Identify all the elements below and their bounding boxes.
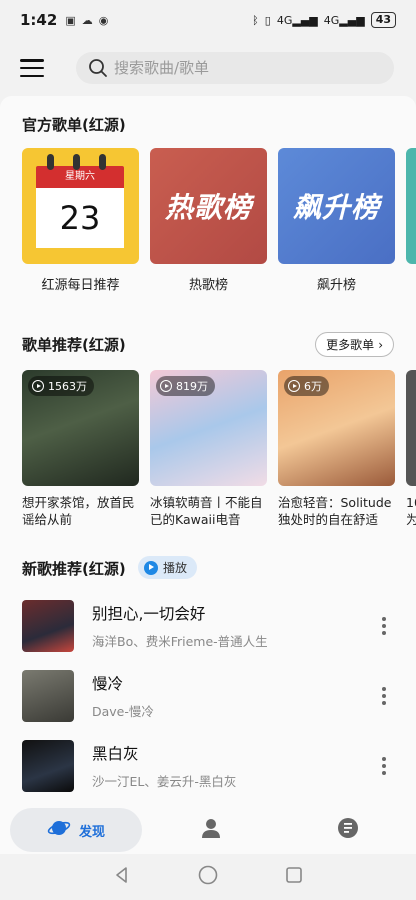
recommend-row: 1563万 想开家茶馆，放首民谣给从前 819万 冰镇软萌音丨不能自已的Kawa… — [22, 370, 416, 528]
search-box[interactable] — [76, 52, 394, 84]
song-cover — [22, 740, 74, 792]
play-count-badge: 1563万 — [28, 376, 94, 396]
search-icon — [88, 58, 108, 78]
playlist-title: 冰镇软萌音丨不能自已的Kawaii电音 — [150, 495, 263, 527]
calendar-rings — [47, 154, 106, 170]
song-title: 慢冷 — [92, 675, 124, 693]
song-artist: 沙一汀EL、姜云升-黑白灰 — [92, 774, 237, 789]
signal-icon-2: 4G▂▄▆ — [323, 13, 365, 27]
song-cover — [22, 600, 74, 652]
play-count-badge: 819万 — [156, 376, 215, 396]
official-section-title: 官方歌单(红源) — [22, 116, 126, 134]
status-bar: 1:42 ▣ ☁ ◉ ᛒ ▯ 4G▂▄▆ 4G▂▄▆ 43 — [0, 0, 416, 40]
song-list: 别担心,一切会好 海洋Bo、费米Frieme-普通人生 慢冷 Dave-慢冷 黑… — [0, 591, 416, 801]
official-card-label: 飙升榜 — [316, 278, 356, 293]
calendar-cover: 星期六 23 — [22, 148, 139, 264]
nav-profile[interactable] — [142, 808, 279, 852]
playlist-cover: 1563万 — [22, 370, 139, 486]
cloud-icon: ☁ — [81, 13, 93, 27]
playlist-title: 10 为 — [406, 495, 416, 527]
planet-icon — [47, 816, 71, 844]
song-title: 黑白灰 — [92, 745, 139, 763]
play-icon — [160, 380, 172, 392]
official-card-daily[interactable]: 星期六 23 红源每日推荐 — [22, 148, 139, 293]
nav-discover[interactable]: 发现 — [10, 808, 142, 852]
bottom-nav: 发现 — [0, 806, 416, 854]
vibrate-icon: ▯ — [264, 13, 271, 27]
official-card-partial[interactable] — [406, 148, 416, 264]
new-songs-section-title: 新歌推荐(红源) — [22, 560, 126, 578]
rise-cover-text: 飙升榜 — [292, 191, 380, 224]
more-playlists-button[interactable]: 更多歌单 › — [315, 332, 394, 357]
play-all-label: 播放 — [163, 561, 188, 575]
signal-icon-1: 4G▂▄▆ — [276, 13, 318, 27]
notification-icon: ▣ — [65, 13, 76, 27]
play-all-button[interactable]: 播放 — [138, 556, 198, 579]
rising-chart-cover: 飙升榜 — [278, 148, 395, 264]
search-input[interactable] — [114, 59, 374, 77]
battery-icon: 43 — [370, 12, 396, 28]
top-bar — [0, 46, 416, 90]
song-cover — [22, 670, 74, 722]
song-row[interactable]: 别担心,一切会好 海洋Bo、费米Frieme-普通人生 — [0, 591, 416, 661]
bluetooth-icon: ᛒ — [252, 13, 259, 27]
recents-icon[interactable] — [284, 865, 304, 889]
more-playlists-label: 更多歌单 — [326, 338, 375, 352]
song-row[interactable]: 黑白灰 沙一汀EL、姜云升-黑白灰 — [0, 731, 416, 801]
system-nav-bar — [0, 854, 416, 900]
playlist-card[interactable]: 819万 冰镇软萌音丨不能自已的Kawaii电音 — [150, 370, 267, 528]
nav-discover-label: 发现 — [78, 824, 105, 840]
main-content: 官方歌单(红源) 星期六 23 红源每日推荐 热歌榜 热歌榜 飙升榜 飙升榜 歌… — [0, 96, 416, 806]
more-options-icon[interactable] — [374, 757, 394, 775]
status-time: 1:42 — [20, 11, 58, 29]
home-icon[interactable] — [197, 864, 219, 890]
official-card-hot[interactable]: 热歌榜 热歌榜 — [150, 148, 267, 293]
song-artist: Dave-慢冷 — [92, 704, 154, 719]
recommend-section-title: 歌单推荐(红源) — [22, 336, 126, 354]
playlist-card-partial[interactable]: 10 为 — [406, 370, 416, 528]
playlist-icon — [337, 817, 359, 843]
song-row[interactable]: 慢冷 Dave-慢冷 — [0, 661, 416, 731]
nav-library[interactable] — [279, 808, 416, 852]
playlist-card[interactable]: 6万 治愈轻音：Solitude 独处时的自在舒适 — [278, 370, 395, 528]
hot-cover-text: 热歌榜 — [164, 191, 252, 224]
play-icon — [32, 380, 44, 392]
play-count-badge: 6万 — [284, 376, 329, 396]
playlist-card[interactable]: 1563万 想开家茶馆，放首民谣给从前 — [22, 370, 139, 528]
song-title: 别担心,一切会好 — [92, 605, 206, 623]
playlist-cover: 819万 — [150, 370, 267, 486]
official-card-label: 热歌榜 — [188, 278, 228, 293]
playlist-cover — [406, 370, 416, 486]
playlist-title: 想开家茶馆，放首民谣给从前 — [22, 495, 135, 527]
calendar-day: 23 — [36, 188, 124, 248]
play-icon — [144, 560, 158, 575]
back-icon[interactable] — [112, 865, 132, 889]
chevron-right-icon: › — [378, 337, 383, 352]
hot-chart-cover: 热歌榜 — [150, 148, 267, 264]
song-artist: 海洋Bo、费米Frieme-普通人生 — [92, 634, 268, 649]
eye-icon: ◉ — [98, 13, 109, 27]
official-card-label: 红源每日推荐 — [41, 278, 120, 293]
official-playlist-row: 星期六 23 红源每日推荐 热歌榜 热歌榜 飙升榜 飙升榜 — [22, 148, 416, 293]
menu-icon[interactable] — [20, 59, 44, 77]
user-icon — [200, 817, 222, 843]
more-options-icon[interactable] — [374, 687, 394, 705]
play-icon — [288, 380, 300, 392]
more-options-icon[interactable] — [374, 617, 394, 635]
official-card-rising[interactable]: 飙升榜 飙升榜 — [278, 148, 395, 293]
playlist-title: 治愈轻音：Solitude 独处时的自在舒适 — [278, 495, 392, 527]
playlist-cover: 6万 — [278, 370, 395, 486]
